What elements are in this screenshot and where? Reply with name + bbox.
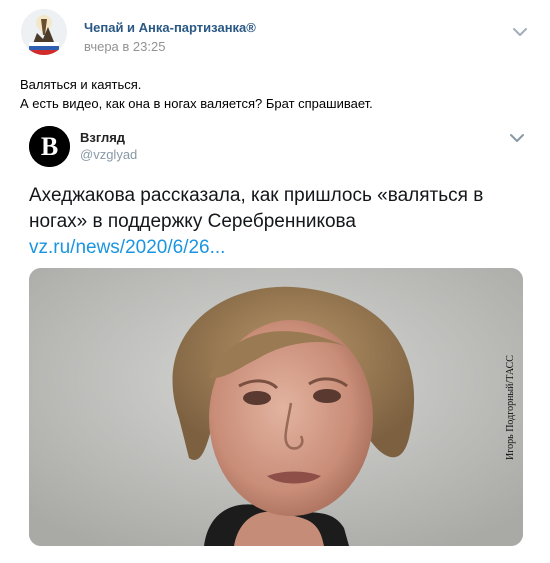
tweet-author-name[interactable]: Взгляд xyxy=(80,130,125,145)
tweet-avatar-letter: B xyxy=(41,132,58,161)
post-header: Чепай и Анка-партизанка® вчера в 23:25 xyxy=(0,0,550,70)
post-text-line: А есть видео, как она в ногах валяется? … xyxy=(20,96,373,111)
tweet-text: Ахеджакова рассказала, как пришлось «вал… xyxy=(29,185,484,232)
portrait-photo xyxy=(29,268,523,546)
tweet-avatar[interactable]: B xyxy=(29,126,70,167)
avatar-image xyxy=(21,9,67,55)
photo-credit-text: Игорь Подгорный/ТАСС xyxy=(504,354,516,460)
tweet-image[interactable]: Игорь Подгорный/ТАСС xyxy=(29,268,523,546)
chevron-down-icon[interactable] xyxy=(512,24,528,36)
photo-credit: Игорь Подгорный/ТАСС xyxy=(501,268,519,546)
chevron-down-icon[interactable] xyxy=(509,130,525,142)
post-text: Валяться и каяться. А есть видео, как он… xyxy=(20,75,530,113)
tweet-link[interactable]: vz.ru/news/2020/6/26... xyxy=(29,235,225,261)
post-time[interactable]: вчера в 23:25 xyxy=(84,39,165,54)
post-text-line: Валяться и каяться. xyxy=(20,77,142,92)
post-author[interactable]: Чепай и Анка-партизанка® xyxy=(84,20,256,35)
avatar[interactable] xyxy=(21,9,67,55)
tweet-author-handle[interactable]: @vzglyad xyxy=(80,147,137,162)
embedded-tweet[interactable]: B Взгляд @vzglyad Ахеджакова рассказала,… xyxy=(29,118,529,558)
